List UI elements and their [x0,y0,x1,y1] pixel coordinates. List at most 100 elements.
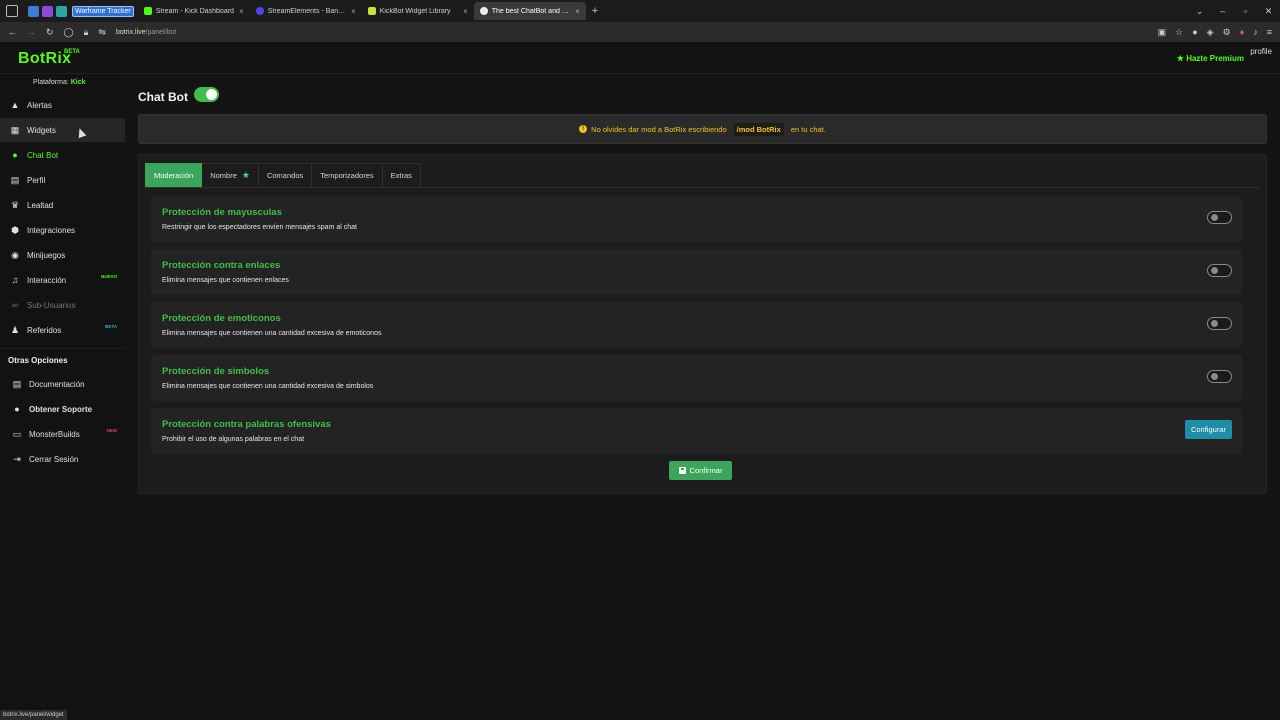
confirm-button[interactable]: Confirmar [669,461,732,480]
enlaces-toggle[interactable] [1207,264,1232,277]
back-icon[interactable]: ← [8,27,17,37]
tab-label: Stream - Kick Dashboard [155,7,234,15]
close-window-icon[interactable]: ✕ [1257,6,1280,17]
audio-icon[interactable]: ♪ [1253,27,1258,37]
lock-icon[interactable]: 🔒︎ [84,27,89,38]
logout-icon: ⇥ [13,453,21,464]
simbolos-toggle[interactable] [1207,370,1232,383]
tab-label: Nombre [210,171,237,180]
sidebar-item-monsterbuilds[interactable]: ▭ MonsterBuilds NEW [0,422,125,446]
platform-label: Plataforma: Kick [33,79,86,86]
sidebar-item-label: MonsterBuilds [29,429,80,439]
configurar-button[interactable]: Configurar [1184,420,1232,439]
platform-value: Kick [70,79,86,86]
sidebar-item-integraciones[interactable]: ⬢ Integraciones [0,218,125,242]
setting-title: Protección de simbolos [162,366,270,377]
sidebar-item-lealtad[interactable]: ♛ Lealtad [0,193,125,217]
tab-temporizadores[interactable]: Temporizadores [312,163,383,187]
extension-icon[interactable]: ● [1192,27,1197,37]
sidebar-item-label: Obtener Soporte [29,404,93,414]
discord-icon: ● [14,404,20,414]
reader-view-icon[interactable]: ▣ [1158,27,1167,38]
reload-icon[interactable]: ↻ [46,27,54,38]
bookmark-star-icon[interactable]: ☆ [1175,27,1183,38]
browser-tab-active[interactable]: The best ChatBot and Widgets × [473,2,586,20]
browser-tab[interactable]: Stream - Kick Dashboard × [138,2,250,20]
beta-badge: BETA [64,49,80,55]
recording-extension-icon[interactable]: ♦ [1240,27,1245,37]
premium-label: Hazte Premium [1186,54,1244,63]
address-bar: ← → ↻ ◯ 🔒︎ ⇋ botrix.live/panel/bot ▣ ☆ ●… [0,22,1280,42]
maximize-icon[interactable]: ▫ [1234,6,1257,16]
notice-text-end: en tu chat. [790,124,826,134]
sidebar-item-sub-usuarios[interactable]: ∞ Sub-Usuarios [0,293,125,317]
app-header: BotRix BETA ★ Hazte Premium profile [0,42,1280,74]
sidebar-item-minijuegos[interactable]: ◉ Minijuegos [0,243,125,267]
sidebar-item-label: Widgets [27,125,56,135]
close-tab-icon[interactable]: × [239,7,244,16]
forward-icon[interactable]: → [27,27,36,37]
setting-description: Elimina mensajes que contienen enlaces [162,277,289,284]
emoticonos-toggle[interactable] [1207,317,1232,330]
sidebar-item-interaccion[interactable]: ♫ Interacción NUEVO [0,268,125,292]
sidebar-item-obtener-soporte[interactable]: ● Obtener Soporte [0,397,125,421]
puzzle-icon[interactable]: ⚙ [1223,27,1231,38]
new-badge: NEW [106,428,118,433]
mayusculas-toggle[interactable] [1207,211,1232,224]
sidebar-item-referidos[interactable]: ♟ Referidos BETA [0,318,125,342]
browser-tab[interactable]: KickBot Widget Library × [362,2,474,20]
setting-title: Protección contra palabras ofensivas [162,419,331,430]
sidebar-item-perfil[interactable]: ▤ Perfil [0,168,125,192]
chatbot-enabled-toggle[interactable] [194,87,219,102]
sidebar-item-label: Perfil [27,175,46,185]
window-menu-icon[interactable] [6,5,18,17]
close-tab-icon[interactable]: × [351,7,356,16]
shield-icon[interactable]: ◯ [64,27,74,38]
close-tab-icon[interactable]: × [575,7,580,16]
settings-tabs: Moderación Nombre ★ Comandos Temporizador… [145,163,421,187]
url-field[interactable]: botrix.live/panel/bot [116,29,176,36]
tab-comandos[interactable]: Comandos [258,163,313,187]
tab-label: Temporizadores [320,171,374,180]
warning-icon: ▲ [10,100,20,110]
profile-menu[interactable]: profile [1250,47,1272,56]
robot-icon: ● [12,150,18,160]
setting-row-simbolos: Protección de simbolos Elimina mensajes … [151,355,1242,401]
sidebar-divider [0,348,125,349]
kick-favicon-icon [143,7,152,15]
window-controls: ⌄ – ▫ ✕ [1188,0,1280,22]
teal-square-icon[interactable] [56,5,67,17]
tab-nombre[interactable]: Nombre ★ [202,163,259,187]
sidebar-item-chat-bot[interactable]: ● Chat Bot [0,143,125,167]
tab-moderacion[interactable]: Moderación [145,163,203,187]
sidebar-item-label: Alertas [27,100,52,110]
tab-extras[interactable]: Extras [382,163,421,187]
music-icon: ♫ [11,275,19,285]
sidebar-item-widgets[interactable]: ▦ Widgets [0,118,125,142]
settings-panel: Moderación Nombre ★ Comandos Temporizador… [138,154,1267,494]
sidebar: Plataforma: Kick ▲ Alertas ▦ Widgets ● Chat… [0,74,125,720]
shield-extension-icon[interactable]: ◈ [1207,27,1214,38]
status-url: botrix.live/panel/widget [0,710,67,720]
sidebar-item-documentacion[interactable]: ▤ Documentación [0,372,125,396]
toolbar-icons: ▣ ☆ ● ◈ ⚙ ♦ ♪ ≡ [1158,22,1272,42]
sidebar-item-cerrar-sesion[interactable]: ⇥ Cerrar Sesión [0,447,125,471]
minimize-icon[interactable]: – [1211,6,1234,16]
pinned-tab-warframe[interactable]: Warframe Tracker [72,5,134,17]
purple-square-icon[interactable] [42,5,53,17]
blue-square-icon[interactable] [28,5,39,17]
premium-link[interactable]: ★ Hazte Premium [1177,54,1244,63]
pinned-tabs: Warframe Tracker [28,5,134,17]
other-options-heading: Otras Opciones [8,356,68,365]
tab-list-chevron-icon[interactable]: ⌄ [1188,6,1211,17]
notice-text: No olvides dar mod a BotRix escribiendo [591,124,727,134]
new-tab-button[interactable]: + [592,5,598,17]
setting-row-palabras-ofensivas: Protección contra palabras ofensivas Pro… [151,408,1242,454]
browser-menu-icon[interactable]: ≡ [1267,27,1272,37]
setting-description: Prohibir el uso de algunas palabras en e… [162,436,305,443]
close-tab-icon[interactable]: × [463,7,468,16]
browser-tab[interactable]: StreamElements - Banned words × [250,2,362,20]
site-settings-icon[interactable]: ⇋ [98,27,106,38]
tab-label: Comandos [266,171,304,180]
sidebar-item-alertas[interactable]: ▲ Alertas [0,93,125,117]
